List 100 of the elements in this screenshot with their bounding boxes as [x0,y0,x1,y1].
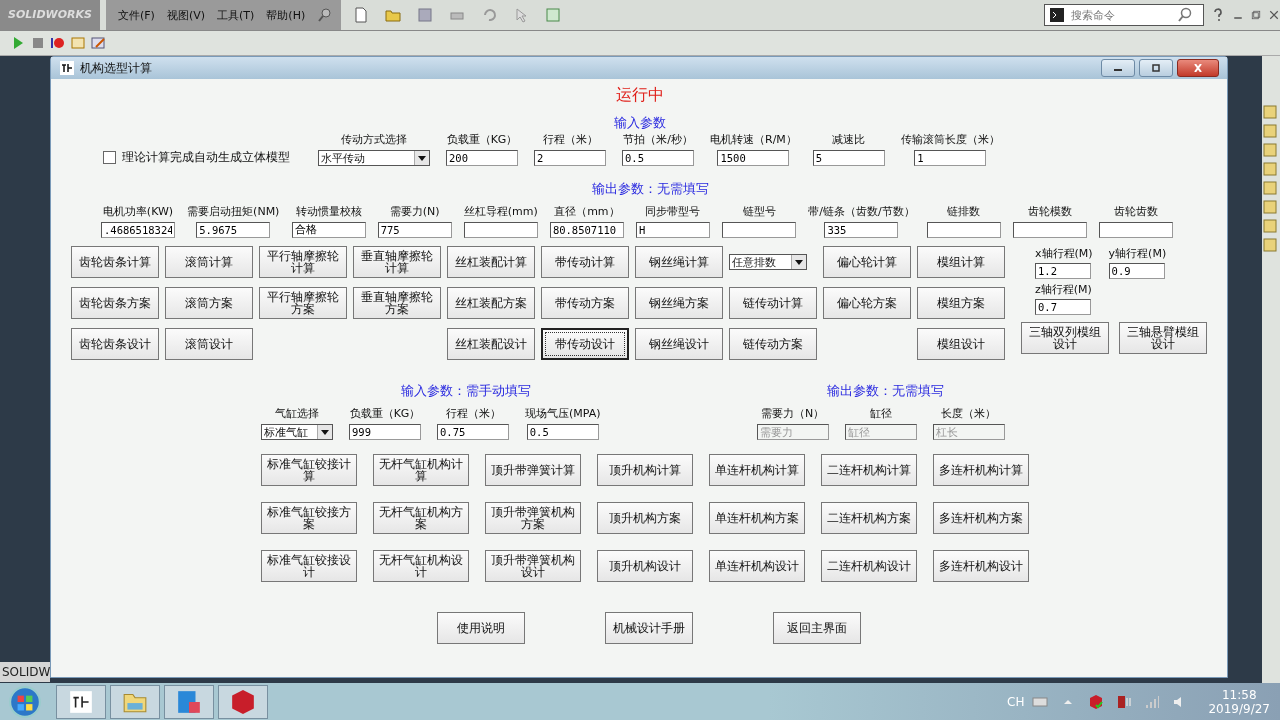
action-button[interactable]: 丝杠装配方案 [447,287,535,319]
action-button[interactable]: 模组计算 [917,246,1005,278]
action-button[interactable]: 使用说明 [437,612,525,644]
output-field[interactable] [1098,222,1173,238]
signal-icon[interactable] [1144,693,1161,710]
action-button[interactable]: 三轴双列模组设计 [1021,322,1109,354]
menu-item[interactable]: 视图(V) [166,7,206,23]
action-button[interactable]: 齿轮齿条计算 [71,246,159,278]
action-button[interactable]: 模组设计 [917,328,1005,360]
action-button[interactable]: 钢丝绳设计 [635,328,723,360]
action-button[interactable]: 顶升带弹簧计算 [485,454,581,486]
output-field[interactable] [1012,222,1087,238]
action-button[interactable]: 滚筒计算 [165,246,253,278]
close-icon[interactable] [1268,9,1280,21]
maximize-button[interactable] [1139,59,1173,77]
panel-icon[interactable] [1262,161,1278,177]
output-field[interactable] [463,222,538,238]
output-field[interactable]: 335 [824,222,899,238]
action-button[interactable]: 平行轴摩擦轮方案 [259,287,347,319]
panel-icon[interactable] [1262,199,1278,215]
open-folder-icon[interactable] [385,7,402,23]
action-button[interactable]: 无杆气缸机构方案 [373,502,469,534]
action-button[interactable]: 标准气缸铰接计算 [261,454,357,486]
action-button[interactable]: 垂直轴摩擦轮方案 [353,287,441,319]
panel-icon[interactable] [1262,218,1278,234]
checkbox[interactable] [103,151,116,164]
output-field[interactable]: 缸径 [844,424,917,440]
action-button[interactable]: 链传动方案 [729,328,817,360]
output-field[interactable]: 杠长 [932,424,1005,440]
panel-icon[interactable] [1262,180,1278,196]
close-button[interactable] [1177,59,1219,77]
action-button[interactable]: 带传动方案 [541,287,629,319]
search-icon[interactable] [1177,7,1193,23]
action-button[interactable]: 机械设计手册 [605,612,693,644]
action-button[interactable]: 三轴悬臂模组设计 [1119,322,1207,354]
action-button[interactable]: 模组方案 [917,287,1005,319]
taskbar-app[interactable] [164,684,214,719]
panel-icon[interactable] [1262,123,1278,139]
input-field[interactable]: 0.5 [526,424,599,440]
output-field[interactable]: 80.8507110 [549,222,624,238]
taskbar-app[interactable] [56,684,106,719]
output-field[interactable]: 合格 [291,222,366,238]
action-button[interactable]: 偏心轮计算 [823,246,911,278]
action-button[interactable]: 平行轴摩擦轮计算 [259,246,347,278]
output-field[interactable]: 775 [377,222,452,238]
dropdown[interactable]: 任意排数 [729,254,807,270]
input-field[interactable]: 1.2 [1035,263,1091,279]
action-button[interactable]: 二连杆机构设计 [821,550,917,582]
options-icon[interactable] [545,7,562,23]
action-button[interactable]: 滚筒设计 [165,328,253,360]
input-field[interactable]: 999 [349,424,421,440]
taskbar-app[interactable] [218,684,268,719]
action-button[interactable]: 垂直轴摩擦轮计算 [353,246,441,278]
panel-icon[interactable] [1262,104,1278,120]
action-button[interactable]: 链传动计算 [729,287,817,319]
output-field[interactable] [926,222,1001,238]
action-button[interactable]: 标准气缸铰接设计 [261,550,357,582]
input-field[interactable]: 0.75 [437,424,509,440]
action-button[interactable]: 无杆气缸机构计算 [373,454,469,486]
action-button[interactable]: 多连杆机构方案 [933,502,1029,534]
action-button[interactable]: 单连杆机构方案 [709,502,805,534]
menu-item[interactable]: 工具(T) [217,7,255,23]
input-field[interactable]: 5 [812,150,885,166]
menu-item[interactable]: 帮助(H) [266,7,306,23]
search-field[interactable]: 搜索命令 [1044,4,1204,26]
output-field[interactable]: 5.9675 [196,222,271,238]
action-button[interactable]: 顶升机构方案 [597,502,693,534]
dropdown[interactable]: 水平传动 [318,150,430,166]
record-icon[interactable] [50,35,66,51]
input-field[interactable]: 200 [446,150,518,166]
edit-icon[interactable] [90,35,106,51]
action-button[interactable]: 无杆气缸机构设计 [373,550,469,582]
action-button[interactable]: 钢丝绳方案 [635,287,723,319]
panel-icon[interactable] [1262,142,1278,158]
output-field[interactable] [722,222,797,238]
new-file-icon[interactable] [353,7,370,23]
menu-item[interactable]: 文件(F) [118,7,155,23]
input-field[interactable]: 1 [914,150,987,166]
input-field[interactable]: 0.9 [1108,263,1165,279]
action-button[interactable]: 带传动计算 [541,246,629,278]
cube-icon[interactable] [1088,693,1105,710]
action-button[interactable]: 多连杆机构设计 [933,550,1029,582]
action-button[interactable]: 顶升带弹簧机构方案 [485,502,581,534]
action-button[interactable]: 齿轮齿条方案 [71,287,159,319]
action-button[interactable]: 标准气缸铰接方案 [261,502,357,534]
undo-icon[interactable] [481,7,498,23]
action-button[interactable]: 滚筒方案 [165,287,253,319]
input-field[interactable]: 2 [534,150,606,166]
action-button[interactable]: 钢丝绳计算 [635,246,723,278]
start-button[interactable] [8,684,42,719]
action-button[interactable]: 顶升带弹簧机构设计 [485,550,581,582]
action-button[interactable]: 偏心轮方案 [823,287,911,319]
action-button[interactable]: 单连杆机构设计 [709,550,805,582]
action-button[interactable]: 顶升机构计算 [597,454,693,486]
action-button[interactable]: 单连杆机构计算 [709,454,805,486]
action-button[interactable]: 齿轮齿条设计 [71,328,159,360]
restore-icon[interactable] [1250,9,1262,21]
action-button[interactable]: 顶升机构设计 [597,550,693,582]
input-field[interactable]: 0.5 [622,150,694,166]
action-button[interactable]: 丝杠装配设计 [447,328,535,360]
